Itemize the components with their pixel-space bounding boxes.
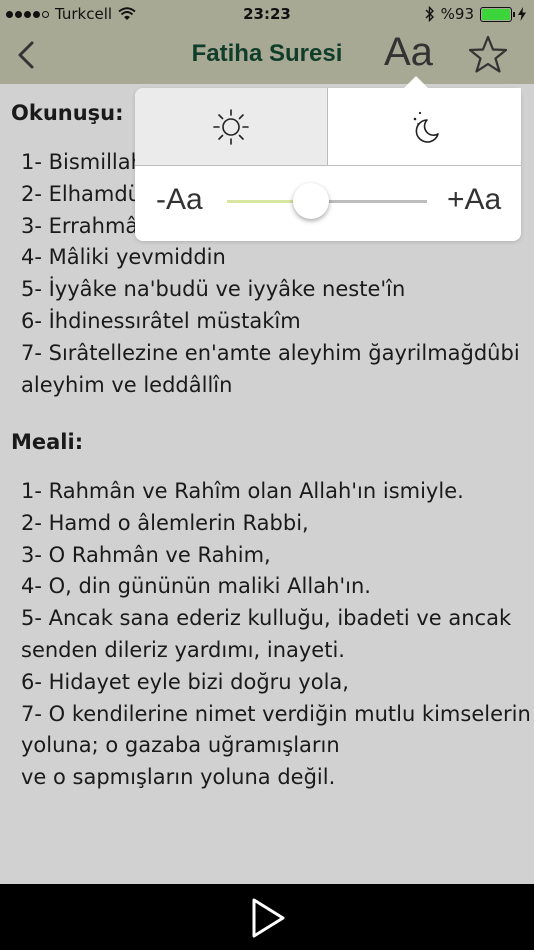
status-bar: Turkcell 23:23 %93 [0, 0, 534, 28]
slider-thumb[interactable] [293, 183, 329, 219]
meaning-heading: Meali: [11, 430, 84, 454]
font-size-button[interactable]: Aa [384, 30, 433, 75]
decrease-font-button[interactable]: -Aa [156, 183, 203, 217]
night-mode-button[interactable] [328, 88, 521, 166]
meaning-lines: 1- Rahmân ve Rahîm olan Allah'ın ismiyle… [21, 476, 531, 794]
reading-settings-popover: -Aa +Aa [135, 76, 521, 241]
meaning-line: 6- Hidayet eyle bizi doğru yola, [21, 669, 349, 694]
bluetooth-icon [425, 6, 434, 22]
meaning-line: 2- Hamd o âlemlerin Rabbi, [21, 510, 309, 535]
meaning-line: 1- Rahmân ve Rahîm olan Allah'ın ismiyle… [21, 479, 464, 503]
meaning-line: 4- O, din gününün maliki Allah'ın. [21, 574, 371, 599]
battery-icon [480, 6, 515, 22]
charging-icon [518, 7, 526, 21]
page-title: Fatiha Suresi [191, 40, 343, 67]
status-right: %93 [425, 5, 526, 23]
play-icon[interactable] [248, 896, 288, 940]
reading-line: 5- İyyâke na'budü ve iyyâke neste'în [21, 277, 406, 302]
reading-heading: Okunuşu: [11, 101, 124, 125]
moon-stars-icon [413, 111, 439, 143]
meaning-line: yoluna; o gazaba uğramışların [21, 733, 340, 758]
favorite-star-icon[interactable] [467, 34, 509, 74]
battery-percent: %93 [440, 5, 474, 23]
reading-line: 7- Sırâtellezine en'amte aleyhim ğayrilm… [21, 340, 520, 365]
increase-font-button[interactable]: +Aa [447, 183, 501, 217]
meaning-line: senden dileriz yardımı, inayeti. [21, 637, 345, 662]
meaning-line: 7- O kendilerine nimet verdiğin mutlu ki… [21, 701, 531, 726]
meaning-line: 5- Ancak sana ederiz kulluğu, ibadeti ve… [21, 606, 512, 631]
day-mode-button[interactable] [135, 88, 328, 166]
meaning-line: ve o sapmışların yoluna değil. [21, 765, 336, 790]
audio-player-bar [0, 884, 534, 950]
sun-icon [213, 108, 249, 145]
navigation-bar: Fatiha Suresi Aa [0, 28, 534, 84]
reading-line: aleyhim ve leddâllîn [21, 372, 233, 397]
reading-line: 4- Mâliki yevmiddin [21, 245, 226, 270]
meaning-line: 3- O Rahmân ve Rahim, [21, 542, 271, 567]
reading-line: 6- İhdinessırâtel müstakîm [21, 308, 301, 333]
